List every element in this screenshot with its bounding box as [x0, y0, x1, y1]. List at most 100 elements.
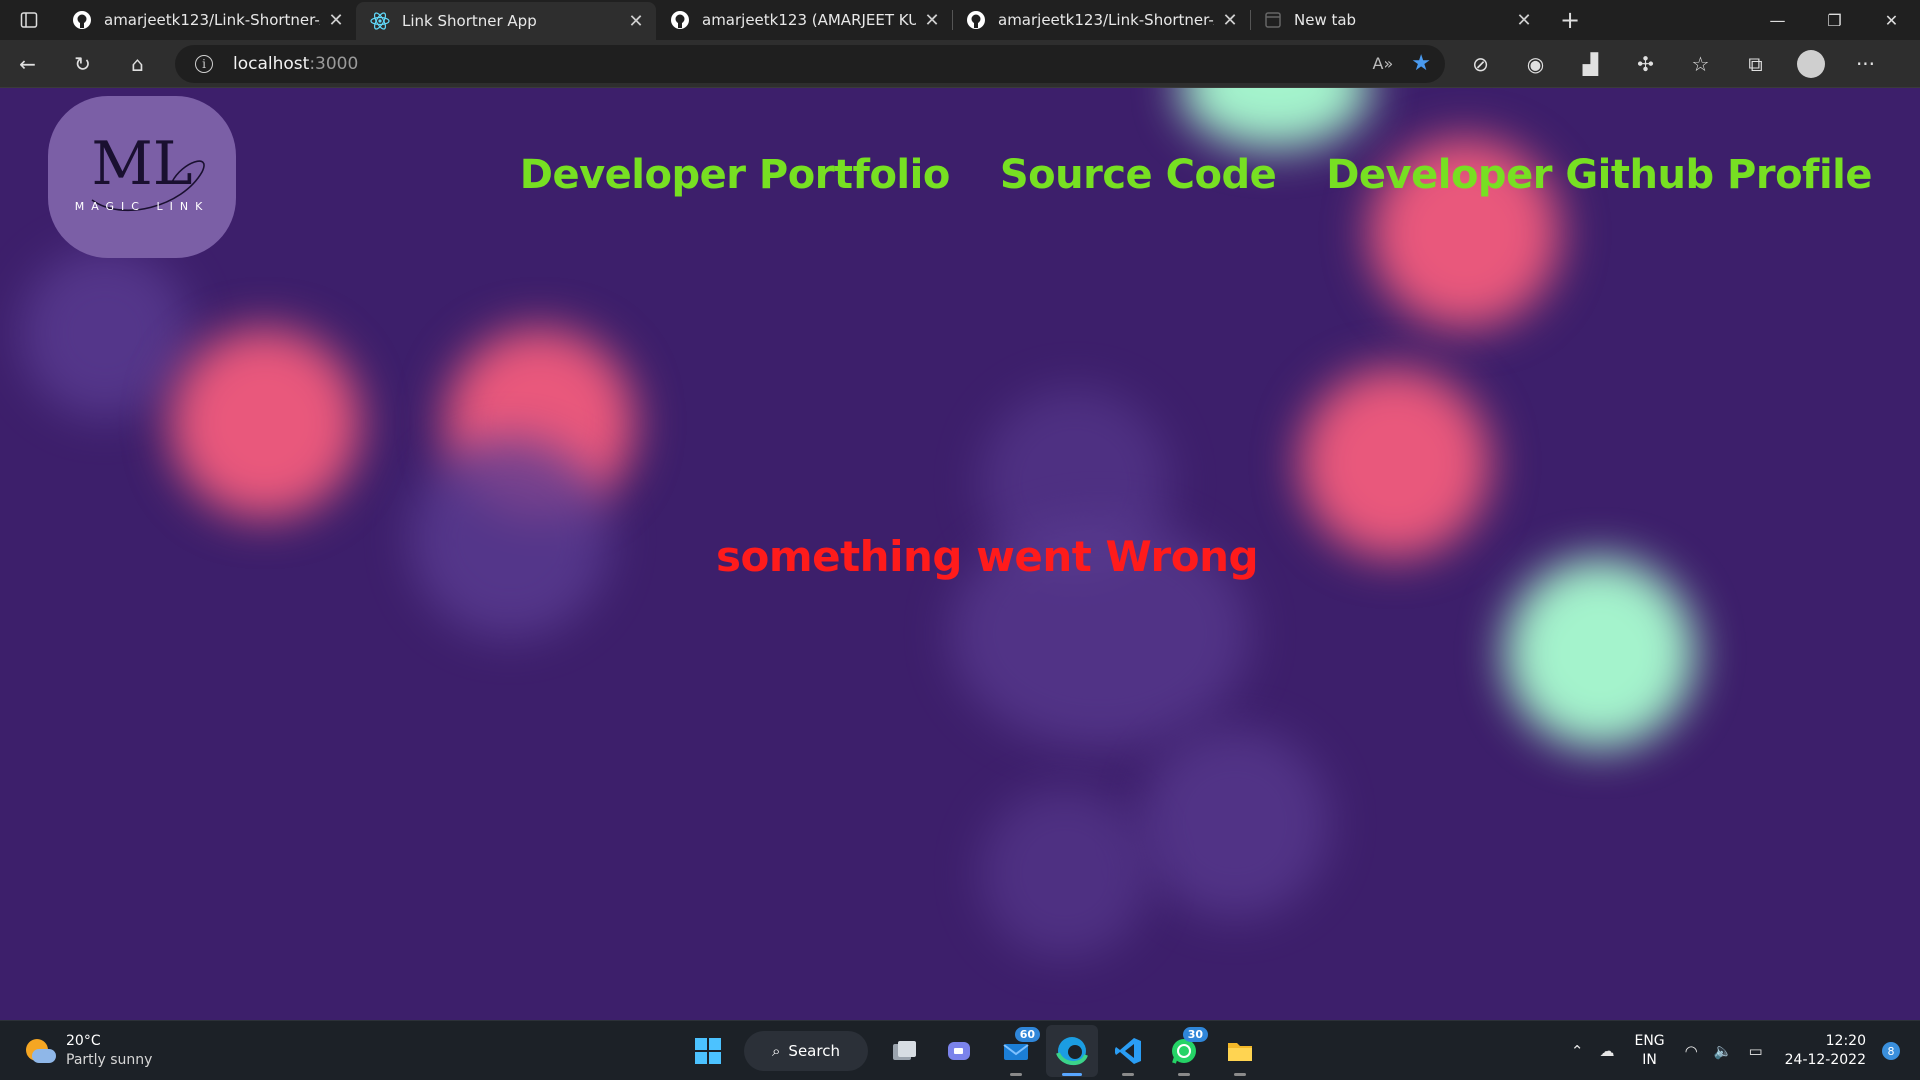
- bg-bubble: [1180, 88, 1370, 148]
- bg-bubble: [20, 248, 190, 418]
- vscode-icon: [1115, 1038, 1141, 1064]
- source-code-link[interactable]: Source Code: [1000, 152, 1277, 198]
- mail-badge: 60: [1014, 1027, 1040, 1042]
- bg-bubble: [1300, 368, 1490, 558]
- ml-logo-mark: ML MAGIC LINK: [75, 129, 210, 213]
- close-window-icon[interactable]: ✕: [1863, 0, 1920, 40]
- tab-new-tab[interactable]: New tab ✕: [1250, 0, 1544, 40]
- region-code: IN: [1642, 1052, 1657, 1068]
- magic-link-logo[interactable]: ML MAGIC LINK: [48, 96, 236, 258]
- tab-github-repo-2[interactable]: amarjeetk123/Link-Shortner-App ✕: [952, 0, 1251, 40]
- clock[interactable]: 12:20 24-12-2022: [1771, 1032, 1876, 1070]
- url-port: :3000: [309, 53, 359, 74]
- tab-close-icon[interactable]: ✕: [1220, 10, 1240, 31]
- bg-bubble: [410, 438, 610, 638]
- site-info-icon[interactable]: i: [195, 54, 213, 73]
- tab-title: Link Shortner App: [402, 12, 537, 30]
- system-tray: ⌃ ☁ ENG IN ◠ 🔈 ▭ 12:20 24-12-2022 8: [1563, 1021, 1920, 1080]
- tab-actions-button[interactable]: [0, 0, 58, 40]
- restore-icon[interactable]: ❐: [1806, 0, 1863, 40]
- top-navigation: Developer Portfolio Source Code Develope…: [520, 152, 1873, 198]
- search-extension-icon[interactable]: ◉: [1508, 40, 1563, 88]
- weather-temperature: 20°C: [66, 1032, 101, 1049]
- show-hidden-icons-chevron-icon[interactable]: ⌃: [1563, 1042, 1592, 1060]
- taskbar-apps: ⌕ Search 60 30: [682, 1021, 1266, 1080]
- extensions-puzzle-icon[interactable]: ✣: [1618, 40, 1673, 88]
- home-icon[interactable]: ⌂: [110, 40, 165, 88]
- bg-bubble: [170, 328, 360, 518]
- whatsapp-button[interactable]: 30: [1158, 1025, 1210, 1077]
- address-toolbar: ← ↻ ⌂ i localhost:3000 A» ★ ⊘ ◉ ▟ ✣ ☆ ⧉ …: [0, 40, 1920, 88]
- teams-chat-button[interactable]: [934, 1025, 986, 1077]
- notification-count-badge[interactable]: 8: [1882, 1042, 1900, 1060]
- tab-title: amarjeetk123 (AMARJEET KUMAR): [702, 11, 916, 29]
- tab-close-icon[interactable]: ✕: [1514, 10, 1534, 31]
- input-language[interactable]: ENG IN: [1622, 1032, 1676, 1070]
- tab-github-profile[interactable]: amarjeetk123 (AMARJEET KUMAR) ✕: [656, 0, 953, 40]
- developer-portfolio-link[interactable]: Developer Portfolio: [520, 152, 951, 198]
- github-icon: [967, 11, 985, 29]
- url-bar[interactable]: i localhost:3000 A» ★: [175, 44, 1445, 83]
- running-indicator: [1062, 1073, 1082, 1076]
- tab-title: amarjeetk123/Link-Shortner-App: [998, 11, 1214, 29]
- tab-close-icon[interactable]: ✕: [922, 10, 942, 31]
- favorites-list-icon[interactable]: ☆: [1673, 40, 1728, 88]
- new-tab-button[interactable]: +: [1550, 0, 1590, 40]
- search-icon: ⌕: [772, 1042, 781, 1060]
- favorite-star-icon[interactable]: ★: [1411, 51, 1431, 76]
- task-view-icon: [893, 1041, 916, 1060]
- bg-bubble: [1505, 558, 1695, 748]
- edge-icon: [1056, 1037, 1088, 1065]
- logo-initials: ML: [91, 129, 192, 199]
- whatsapp-badge: 30: [1182, 1027, 1208, 1042]
- clock-time: 12:20: [1825, 1033, 1866, 1049]
- clock-date: 24-12-2022: [1784, 1052, 1866, 1068]
- weather-description: Partly sunny: [66, 1051, 153, 1068]
- edge-browser-button[interactable]: [1046, 1025, 1098, 1077]
- running-indicator: [1010, 1073, 1022, 1076]
- stats-extension-icon[interactable]: ▟: [1563, 40, 1618, 88]
- start-button[interactable]: [682, 1025, 734, 1077]
- vscode-button[interactable]: [1102, 1025, 1154, 1077]
- task-view-button[interactable]: [878, 1025, 930, 1077]
- browser-tab-strip: amarjeetk123/Link-Shortner-App ✕ Link Sh…: [0, 0, 1920, 40]
- omnibox-actions: A» ★: [1373, 51, 1445, 76]
- profile-avatar-icon[interactable]: [1783, 40, 1838, 88]
- mail-app-button[interactable]: 60: [990, 1025, 1042, 1077]
- volume-icon[interactable]: 🔈: [1706, 1042, 1741, 1060]
- back-icon[interactable]: ←: [0, 40, 55, 88]
- bg-bubble: [1140, 728, 1330, 918]
- search-label: Search: [788, 1042, 840, 1060]
- tab-link-shortner-app[interactable]: Link Shortner App ✕: [356, 2, 656, 40]
- bg-bubble: [980, 788, 1150, 958]
- developer-github-profile-link[interactable]: Developer Github Profile: [1326, 152, 1872, 198]
- read-aloud-icon[interactable]: A»: [1373, 54, 1394, 73]
- collections-icon[interactable]: ⧉: [1728, 40, 1783, 88]
- github-icon: [73, 11, 91, 29]
- weather-text: 20°C Partly sunny: [66, 1032, 152, 1070]
- react-icon: [370, 12, 390, 30]
- running-indicator: [1122, 1073, 1134, 1076]
- newtab-icon: [1265, 12, 1281, 28]
- tab-close-icon[interactable]: ✕: [326, 10, 346, 31]
- more-menu-icon[interactable]: ···: [1838, 40, 1893, 88]
- tab-close-icon[interactable]: ✕: [626, 11, 646, 32]
- extensions-toolbar: ⊘ ◉ ▟ ✣ ☆ ⧉ ···: [1453, 40, 1893, 88]
- tab-github-repo-1[interactable]: amarjeetk123/Link-Shortner-App ✕: [58, 0, 357, 40]
- tab-title: New tab: [1294, 11, 1357, 29]
- windows-taskbar: 20°C Partly sunny ⌕ Search 60 30 ⌃ ☁ ENG…: [0, 1020, 1920, 1080]
- weather-widget[interactable]: 20°C Partly sunny: [24, 1032, 152, 1070]
- wifi-icon[interactable]: ◠: [1677, 1042, 1706, 1060]
- battery-icon[interactable]: ▭: [1740, 1042, 1770, 1060]
- onedrive-cloud-icon[interactable]: ☁: [1591, 1042, 1622, 1060]
- url-host: localhost: [233, 53, 310, 74]
- file-explorer-button[interactable]: [1214, 1025, 1266, 1077]
- running-indicator: [1234, 1073, 1246, 1076]
- running-indicator: [1178, 1073, 1190, 1076]
- minimize-icon[interactable]: —: [1749, 0, 1806, 40]
- refresh-icon[interactable]: ↻: [55, 40, 110, 88]
- ad-block-extension-icon[interactable]: ⊘: [1453, 40, 1508, 88]
- logo-subtitle: MAGIC LINK: [75, 200, 210, 213]
- taskbar-search[interactable]: ⌕ Search: [744, 1031, 868, 1071]
- page-viewport: ML MAGIC LINK Developer Portfolio Source…: [0, 88, 1920, 1020]
